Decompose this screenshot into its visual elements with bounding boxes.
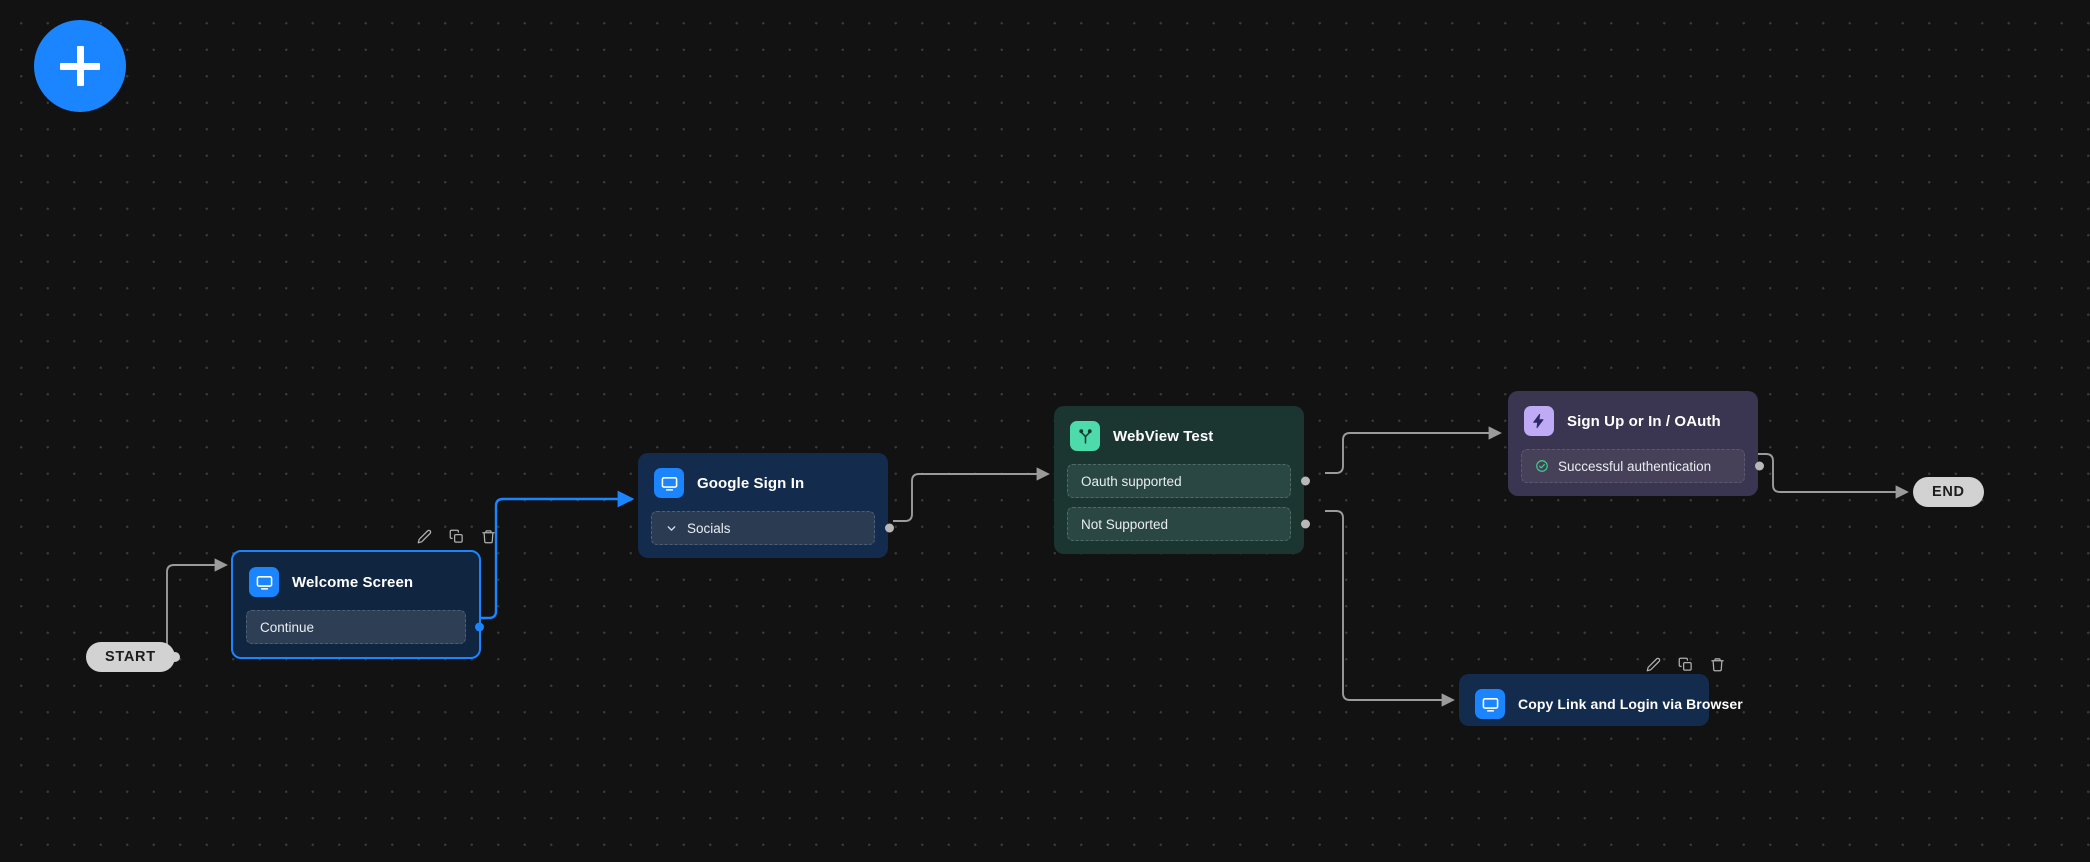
node-row-oauth-supported[interactable]: Oauth supported <box>1067 464 1310 498</box>
output-handle[interactable] <box>1301 476 1310 486</box>
output-handle[interactable] <box>885 523 894 533</box>
node-google-sign-in[interactable]: Google Sign In Socials <box>638 453 894 558</box>
delete-button[interactable] <box>1708 655 1726 673</box>
duplicate-button[interactable] <box>447 527 465 545</box>
node-rows: Continue <box>233 610 484 657</box>
node-title: Google Sign In <box>697 474 805 492</box>
branch-icon <box>1070 421 1100 451</box>
node-rows: Socials <box>638 511 894 558</box>
start-label: START <box>105 649 156 665</box>
plus-icon-vertical <box>76 46 84 86</box>
node-title: Copy Link and Login via Browser <box>1518 696 1743 712</box>
edit-button[interactable] <box>415 527 433 545</box>
screen-icon <box>1475 689 1505 719</box>
edge-welcome-to-google <box>477 490 635 620</box>
duplicate-button[interactable] <box>1676 655 1694 673</box>
output-handle[interactable] <box>1301 519 1310 529</box>
node-rows: Successful authentication <box>1508 449 1764 496</box>
node-header: Sign Up or In / OAuth <box>1508 391 1758 449</box>
node-toolbar-copy-link[interactable] <box>1644 655 1726 673</box>
edit-button[interactable] <box>1644 655 1662 673</box>
screen-icon <box>654 468 684 498</box>
screen-icon <box>249 567 279 597</box>
output-handle[interactable] <box>475 622 484 632</box>
node-row-label: Socials <box>687 520 731 536</box>
node-title: WebView Test <box>1113 427 1214 445</box>
start-output-handle[interactable] <box>169 652 180 662</box>
edges-layer <box>146 426 1909 707</box>
node-sign-up-oauth[interactable]: Sign Up or In / OAuth Successful authent… <box>1508 391 1764 496</box>
chevron-down-icon <box>665 522 678 535</box>
check-circle-icon <box>1535 459 1549 473</box>
edge-google-to-webview <box>893 467 1050 522</box>
edge-webview-notsupported-to-copylink <box>1325 510 1455 707</box>
bolt-icon <box>1524 406 1554 436</box>
node-row-socials[interactable]: Socials <box>651 511 894 545</box>
node-row-label: Oauth supported <box>1081 473 1182 489</box>
node-row-continue[interactable]: Continue <box>246 610 484 644</box>
node-row-label: Successful authentication <box>1558 458 1712 474</box>
node-title: Welcome Screen <box>292 573 414 591</box>
node-row-not-supported[interactable]: Not Supported <box>1067 507 1310 541</box>
edge-webview-oauth-to-signup <box>1325 426 1502 474</box>
node-rows: Oauth supported Not Supported <box>1054 464 1310 554</box>
node-header: WebView Test <box>1054 406 1304 464</box>
node-title: Sign Up or In / OAuth <box>1567 412 1721 430</box>
flow-canvas[interactable]: START END Welcome Screen Continue Google… <box>0 0 2090 862</box>
end-label: END <box>1932 484 1965 500</box>
node-copy-link-browser[interactable]: Copy Link and Login via Browser <box>1459 674 1743 726</box>
node-row-label: Not Supported <box>1081 516 1169 532</box>
node-welcome-screen[interactable]: Welcome Screen Continue <box>231 550 484 659</box>
node-row-successful-authentication[interactable]: Successful authentication <box>1521 449 1764 483</box>
start-terminal[interactable]: START <box>86 642 180 672</box>
node-header: Copy Link and Login via Browser <box>1459 674 1743 732</box>
output-handle[interactable] <box>1755 461 1764 471</box>
node-header: Google Sign In <box>638 453 888 511</box>
node-header: Welcome Screen <box>233 552 479 610</box>
add-node-button[interactable] <box>34 20 126 112</box>
node-toolbar-welcome-screen[interactable] <box>415 527 497 545</box>
end-terminal[interactable]: END <box>1913 477 1984 507</box>
delete-button[interactable] <box>479 527 497 545</box>
node-webview-test[interactable]: WebView Test Oauth supported Not Support… <box>1054 406 1310 554</box>
edge-signup-to-end <box>1754 453 1909 499</box>
node-row-label: Continue <box>260 619 315 635</box>
